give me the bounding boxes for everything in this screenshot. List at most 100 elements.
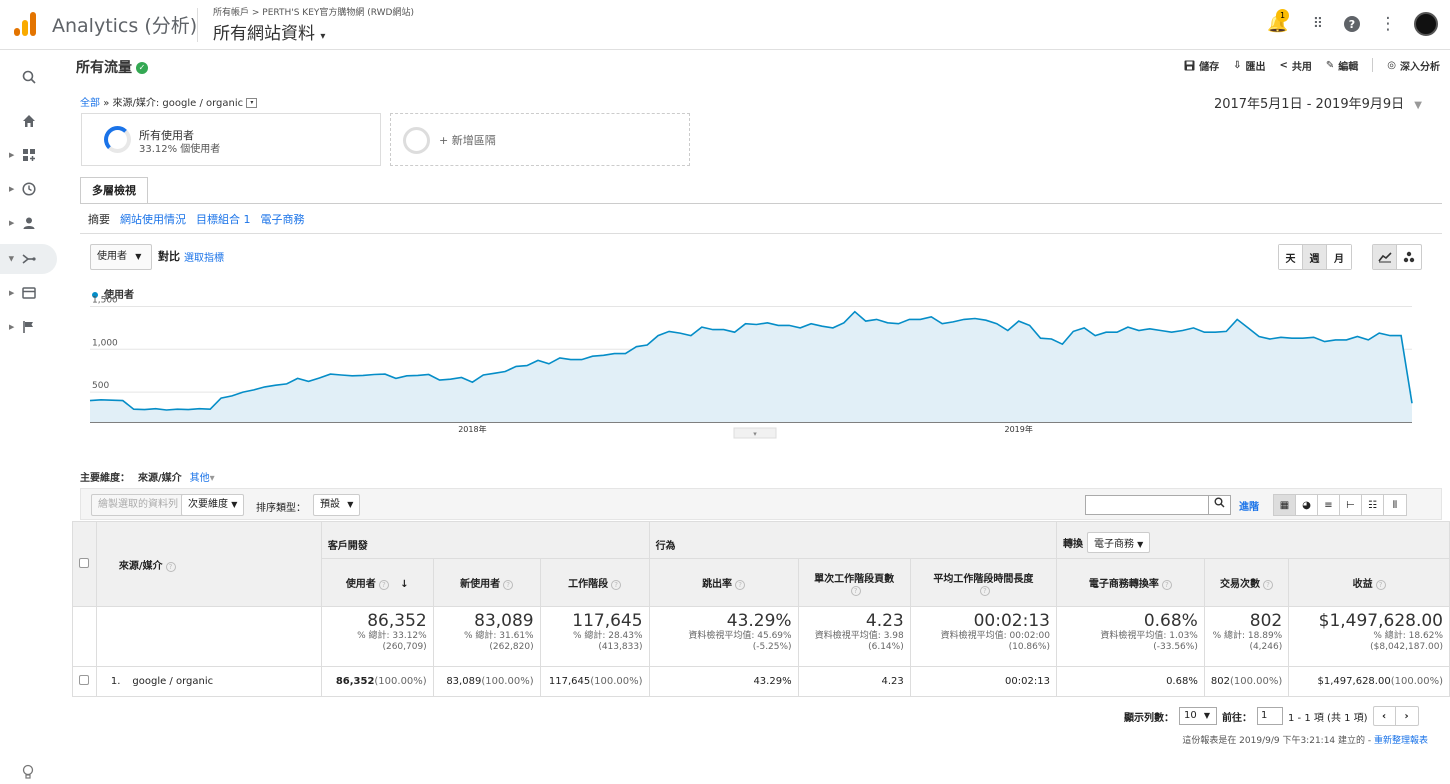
apps-grid-icon[interactable]: ⠿ (1306, 12, 1330, 36)
row-cell: $1,497,628.00(100.00%) (1288, 666, 1450, 697)
motion-chart-icon[interactable] (1397, 245, 1421, 269)
col-pages-per-session[interactable]: 單次工作階段頁數? (797, 558, 911, 607)
secondary-dimension-dropdown[interactable]: 次要維度 ▼ (181, 494, 245, 516)
performance-view-icon[interactable]: ≡ (1318, 495, 1340, 515)
pivot-view-icon[interactable]: ⦀ (1384, 495, 1406, 515)
sidebar-item-realtime[interactable]: ▶ (0, 174, 57, 204)
segment-all-users[interactable]: 所有使用者 33.12% 個使用者 (81, 113, 381, 166)
help-icon[interactable]: ? (1375, 580, 1386, 590)
rows-per-page-select[interactable]: 10 ▼ (1179, 707, 1217, 725)
subtab-goal-set[interactable]: 目標組合 1 (196, 211, 251, 227)
top-bar: Analytics (分析) 所有帳戶 > PERTH'S KEY官方購物網 (… (0, 0, 1450, 50)
help-icon[interactable]: ? (1340, 12, 1364, 36)
granularity-week[interactable]: 週 (1303, 245, 1327, 269)
help-icon[interactable]: ? (1263, 580, 1274, 590)
granularity-day[interactable]: 天 (1279, 245, 1303, 269)
rows-label: 顯示列數： (1124, 712, 1174, 724)
col-label: 收益 (1352, 579, 1373, 590)
total-base: (4,246) (1249, 642, 1283, 652)
refresh-report-link[interactable]: 重新整理報表 (1374, 736, 1428, 746)
sidebar-item-behavior[interactable]: ▶ (0, 278, 57, 308)
col-sessions[interactable]: 工作階段? (539, 558, 650, 607)
share-button[interactable]: < 共用 (1279, 58, 1311, 73)
sidebar-item-acquisition[interactable]: ▶ (0, 244, 57, 274)
caret-right-icon: ▶ (9, 185, 15, 193)
row-dimension-link[interactable]: google / organic (132, 676, 213, 687)
edit-label: 編輯 (1338, 62, 1359, 73)
comparison-view-icon[interactable]: ⊢ (1340, 495, 1362, 515)
goto-page-input[interactable]: 1 (1257, 707, 1283, 725)
total-percent: 資料檢視平均值: 45.69% (688, 631, 792, 641)
help-icon[interactable]: ? (378, 580, 389, 590)
sort-type-dropdown[interactable]: 預設 ▼ (313, 494, 361, 516)
plot-rows-button[interactable]: 繪製選取的資料列 (91, 494, 185, 516)
subtab-site-usage[interactable]: 網站使用情況 (120, 211, 186, 227)
subtab-ecommerce[interactable]: 電子商務 (261, 211, 305, 227)
tab-explorer[interactable]: 多層檢視 (80, 177, 148, 204)
sidebar-item-customization[interactable]: ▶ (0, 140, 57, 170)
add-segment-button[interactable]: + 新增區隔 (390, 113, 690, 166)
metric-label: 使用者 (97, 251, 127, 262)
next-page-button[interactable]: › (1396, 707, 1418, 725)
line-chart-icon[interactable] (1373, 245, 1397, 269)
view-selector[interactable]: 所有網站資料 ▾ (213, 19, 325, 44)
breadcrumb-dropdown[interactable]: ▾ (246, 98, 258, 108)
conversion-type-dropdown[interactable]: 電子商務 ▼ (1086, 532, 1151, 553)
prev-page-button[interactable]: ‹ (1374, 707, 1396, 725)
col-transactions[interactable]: 交易次數? (1203, 558, 1290, 607)
report-footnote: 這份報表是在 2019/9/9 下午3:21:14 建立的 - 重新整理報表 (1182, 733, 1428, 746)
save-button[interactable]: 儲存 (1184, 58, 1219, 73)
select-metric-link[interactable]: 選取指標 (184, 249, 224, 264)
export-button[interactable]: ⇩ 匯出 (1233, 58, 1265, 73)
other-dimension-link[interactable]: 其他▾ (190, 469, 215, 484)
col-revenue[interactable]: 收益? (1288, 558, 1450, 607)
avatar[interactable] (1414, 12, 1438, 36)
help-icon[interactable]: ? (979, 585, 990, 596)
subtab-summary[interactable]: 摘要 (88, 211, 110, 227)
col-users[interactable]: 使用者? ↓ (320, 558, 434, 607)
metric-dropdown[interactable]: 使用者 ▼ (90, 244, 152, 270)
row-value: 117,645 (548, 676, 591, 687)
help-icon[interactable]: ? (165, 561, 176, 572)
primary-dimension-value: 來源/媒介 (138, 473, 182, 484)
clock-icon (21, 182, 36, 196)
help-icon[interactable]: ? (1161, 580, 1172, 590)
other-dimension-label: 其他 (189, 473, 210, 484)
sidebar: ▶ ▶ ▶ ▶ ▶ ▶ (0, 50, 60, 779)
granularity-month[interactable]: 月 (1327, 245, 1351, 269)
insights-button[interactable]: ◎ 深入分析 (1387, 58, 1440, 73)
sidebar-item-audience[interactable]: ▶ (0, 208, 57, 238)
help-icon[interactable]: ? (735, 580, 746, 590)
col-label: 單次工作階段頁數 (814, 573, 895, 585)
chevron-down-icon: ▾ (209, 473, 215, 484)
help-icon[interactable]: ? (850, 585, 861, 596)
col-new-users[interactable]: 新使用者? (432, 558, 541, 607)
select-all-checkbox[interactable] (79, 557, 90, 568)
lightbulb-icon[interactable] (22, 764, 34, 784)
row-percent: (100.00%) (481, 676, 534, 687)
date-range-picker[interactable]: 2017年5月1日 - 2019年9月9日 ▼ (1214, 93, 1422, 112)
more-vert-icon[interactable]: ⋮ (1376, 12, 1400, 36)
dimension-header[interactable]: 來源/媒介? (95, 521, 322, 607)
col-bounce-rate[interactable]: 跳出率? (648, 558, 799, 607)
row-checkbox[interactable] (79, 675, 90, 685)
table-view-icon[interactable]: ▦ (1274, 495, 1296, 515)
advanced-filter-link[interactable]: 進階 (1239, 498, 1259, 513)
col-ecommerce-conversion-rate[interactable]: 電子商務轉換率? (1055, 558, 1205, 607)
edit-button[interactable]: ✎ 編輯 (1326, 58, 1358, 73)
col-avg-session-duration[interactable]: 平均工作階段時間長度? (909, 558, 1057, 607)
total-cell: 00:02:13 資料檢視平均值: 00:02:00 (10.86%) (909, 606, 1057, 667)
sidebar-item-conversions[interactable]: ▶ (0, 312, 57, 342)
breadcrumb-root[interactable]: 全部 (80, 98, 100, 109)
help-icon[interactable]: ? (503, 580, 514, 590)
search-icon[interactable] (1209, 495, 1231, 515)
analytics-logo[interactable] (12, 10, 38, 38)
term-cloud-view-icon[interactable]: ☷ (1362, 495, 1384, 515)
search-icon[interactable] (0, 62, 57, 92)
table-search-input[interactable] (1085, 495, 1209, 515)
account-breadcrumb[interactable]: 所有帳戶 > PERTH'S KEY官方購物網 (RWD網站) (213, 5, 414, 18)
help-icon[interactable]: ? (611, 580, 622, 590)
secondary-dimension-label: 次要維度 (188, 499, 228, 510)
home-icon[interactable] (0, 106, 57, 136)
pie-view-icon[interactable]: ◕ (1296, 495, 1318, 515)
